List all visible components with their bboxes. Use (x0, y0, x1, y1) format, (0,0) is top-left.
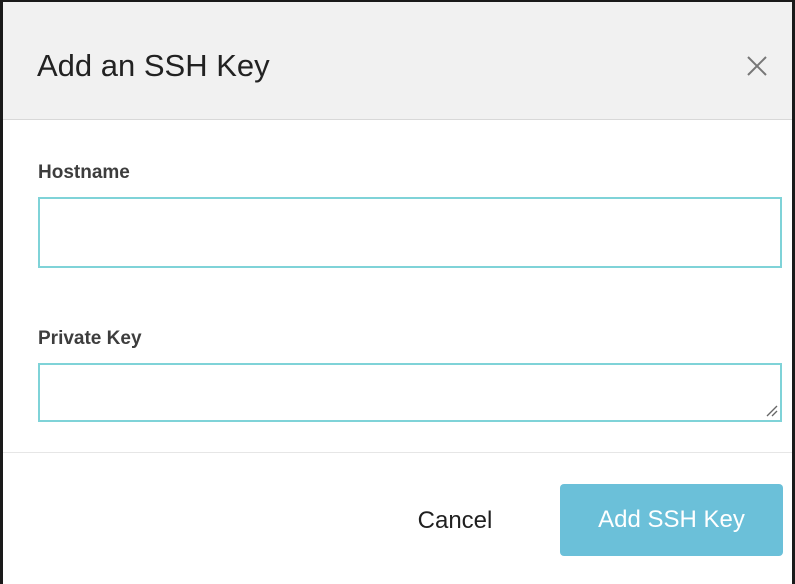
footer-divider (3, 452, 792, 453)
hostname-input[interactable] (38, 197, 782, 268)
resize-grip-icon[interactable] (765, 404, 778, 417)
add-ssh-key-button[interactable]: Add SSH Key (560, 484, 783, 556)
close-button[interactable] (740, 49, 774, 83)
private-key-textarea[interactable] (38, 363, 782, 422)
cancel-button[interactable]: Cancel (393, 490, 517, 552)
dialog-title: Add an SSH Key (37, 48, 270, 83)
close-icon (747, 56, 767, 76)
add-ssh-key-dialog: Add an SSH Key Hostname Private Key Canc… (0, 0, 795, 584)
dialog-header: Add an SSH Key (3, 2, 792, 120)
hostname-label: Hostname (38, 162, 130, 183)
private-key-label: Private Key (38, 328, 142, 349)
